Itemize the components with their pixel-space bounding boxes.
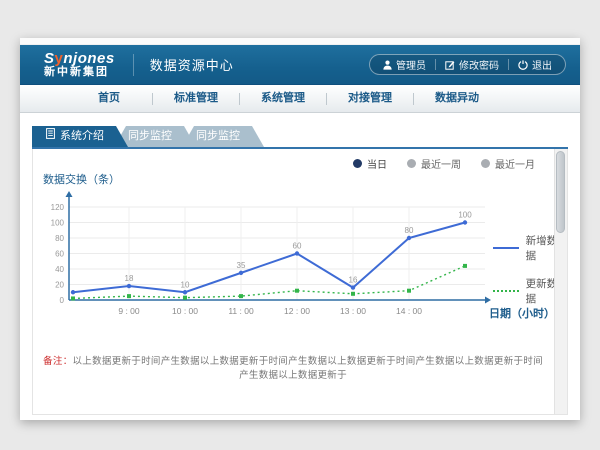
svg-text:0: 0 [60, 296, 65, 305]
window-top-strip [20, 38, 580, 45]
svg-text:13 : 00: 13 : 00 [340, 306, 366, 316]
logout-button[interactable]: 退出 [509, 57, 561, 72]
company-logo: Synjones 新中新集团 [44, 51, 115, 78]
svg-text:35: 35 [237, 261, 246, 270]
nav-item-4[interactable]: 对接管理 [327, 85, 413, 112]
svg-text:11 : 00: 11 : 00 [228, 306, 254, 316]
tab-label: 同步监控 [196, 130, 240, 142]
header-divider [133, 54, 134, 76]
nav-item-5[interactable]: 数据异动 [414, 85, 500, 112]
svg-text:100: 100 [51, 219, 65, 228]
tab-1[interactable]: 系统介绍 [32, 126, 128, 147]
svg-text:60: 60 [293, 242, 302, 251]
footnote-prefix: 备注： [43, 356, 72, 367]
tab-3[interactable]: 同步监控 [182, 126, 264, 147]
legend-line-sample [493, 290, 519, 292]
svg-text:12 : 00: 12 : 00 [284, 306, 310, 316]
document-icon [46, 126, 55, 147]
filter-label: 最近一周 [421, 156, 461, 171]
svg-text:80: 80 [405, 226, 414, 235]
footnote-body: 以上数据更新于时间产生数据以上数据更新于时间产生数据以上数据更新于时间产生数据以… [73, 356, 543, 381]
svg-text:10: 10 [181, 280, 190, 289]
content-area: 系统介绍同步监控同步监控 当日最近一周最近一月 数据交换（条） 02040608… [20, 126, 580, 415]
power-icon [518, 60, 528, 70]
radio-dot [407, 159, 416, 168]
change-password-label: 修改密码 [459, 57, 499, 72]
footnote: 备注：以上数据更新于时间产生数据以上数据更新于时间产生数据以上数据更新于时间产生… [43, 353, 543, 381]
logo-text: Synjones [44, 51, 115, 67]
svg-text:40: 40 [55, 265, 64, 274]
tab-label: 同步监控 [128, 130, 172, 142]
tab-label: 系统介绍 [60, 126, 104, 147]
svg-text:18: 18 [125, 274, 134, 283]
app-header: Synjones 新中新集团 数据资源中心 管理员 修改密码 [20, 45, 580, 85]
time-range-filters: 当日 最近一周 最近一月 [353, 156, 535, 171]
svg-text:9 : 00: 9 : 00 [118, 306, 140, 316]
filter-radio-3[interactable]: 最近一月 [481, 156, 535, 171]
svg-text:16: 16 [349, 276, 358, 285]
tab-bar: 系统介绍 同步监控 同步监控 [32, 126, 568, 147]
scrollbar-thumb[interactable] [556, 151, 565, 233]
line-chart: 0 20 40 60 80 100 120 9 : 00 10 : 00 11 : 00 12 : … [33, 185, 508, 327]
scrollbar[interactable] [554, 149, 567, 414]
page-title: 数据资源中心 [150, 55, 234, 74]
svg-text:20: 20 [55, 281, 64, 290]
user-icon [383, 60, 392, 70]
svg-text:80: 80 [55, 234, 64, 243]
svg-text:120: 120 [51, 203, 65, 212]
header-actions: 管理员 修改密码 退出 [369, 54, 566, 75]
logo-subtitle: 新中新集团 [44, 67, 115, 79]
filter-radio-2[interactable]: 最近一周 [407, 156, 461, 171]
legend-line-sample [493, 247, 519, 249]
radio-dot [353, 159, 362, 168]
change-password-button[interactable]: 修改密码 [436, 57, 508, 72]
radio-dot [481, 159, 490, 168]
svg-text:60: 60 [55, 250, 64, 259]
edit-icon [445, 60, 455, 70]
nav-item-3[interactable]: 系统管理 [240, 85, 326, 112]
filter-label: 最近一月 [495, 156, 535, 171]
filter-radio-1[interactable]: 当日 [353, 156, 387, 171]
nav-item-2[interactable]: 标准管理 [153, 85, 239, 112]
nav-item-1[interactable]: 首页 [66, 85, 152, 112]
desktop-background: Synjones 新中新集团 数据资源中心 管理员 修改密码 [0, 0, 600, 450]
user-button[interactable]: 管理员 [374, 57, 435, 72]
tab-2[interactable]: 同步监控 [114, 126, 196, 147]
svg-text:14 : 00: 14 : 00 [396, 306, 422, 316]
main-nav: 首页标准管理系统管理对接管理数据异动 [20, 85, 580, 113]
filter-label: 当日 [367, 156, 387, 171]
app-window: Synjones 新中新集团 数据资源中心 管理员 修改密码 [20, 38, 580, 420]
svg-text:10 : 00: 10 : 00 [172, 306, 198, 316]
content-panel: 当日最近一周最近一月 数据交换（条） 0204060801001209 : 00… [32, 149, 568, 415]
svg-text:100: 100 [458, 211, 472, 220]
user-button-label: 管理员 [396, 57, 426, 72]
logout-button-label: 退出 [532, 57, 552, 72]
